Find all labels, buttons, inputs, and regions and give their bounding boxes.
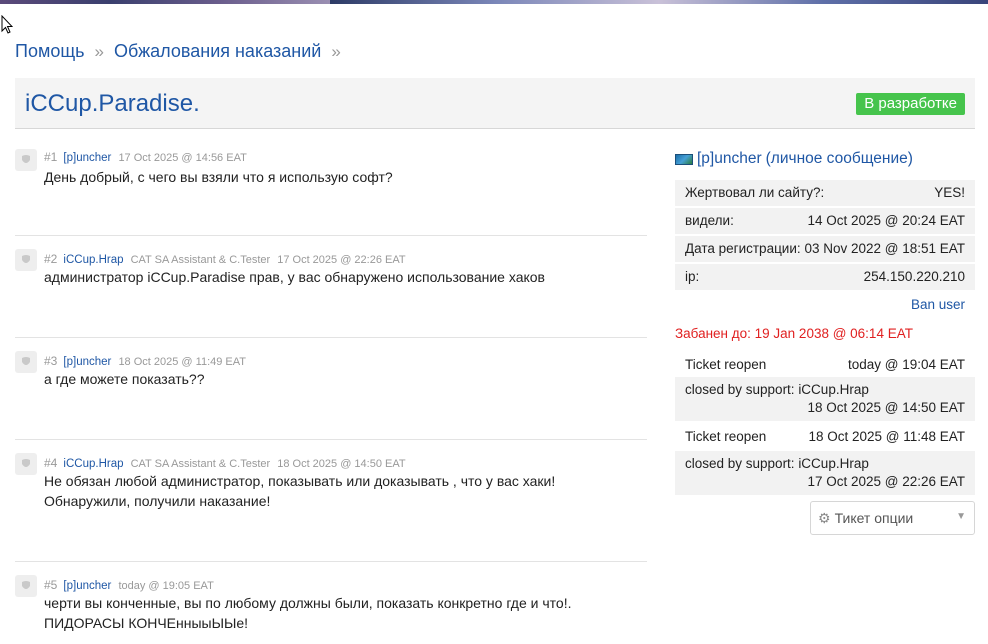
avatar (15, 351, 37, 373)
banned-until-text: Забанен до: 19 Jan 2038 @ 06:14 EAT (675, 326, 913, 341)
post-time: 18 Oct 2025 @ 11:49 EAT (118, 356, 246, 368)
status-badge: В разработке (856, 93, 965, 115)
info-label: ip: (685, 269, 700, 284)
user-icon (22, 357, 30, 365)
user-icon (22, 255, 30, 263)
post-time: today @ 19:05 EAT (118, 580, 214, 592)
breadcrumb-help-link[interactable]: Помощь (15, 41, 85, 62)
breadcrumb-appeals-link[interactable]: Обжалования наказаний (114, 41, 321, 62)
post-meta: #1 [p]uncher 17 Oct 2025 @ 14:56 EAT (44, 150, 247, 164)
post-meta: #2 iCCup.Hrap CAT SA Assistant & C.Teste… (44, 252, 406, 266)
ticket-options-label: Тикет опции (834, 510, 914, 526)
log-time: 18 Oct 2025 @ 14:50 EAT (807, 400, 965, 415)
log-action: closed by support: iCCup.Hrap (685, 382, 869, 397)
info-row-registered: Дата регистрации: 03 Nov 2022 @ 18:51 EA… (675, 236, 975, 262)
user-icon (22, 581, 30, 589)
post-number: #4 (44, 456, 58, 470)
post-text: черти вы конченные, вы по любому должны … (44, 595, 572, 631)
gear-icon: ⚙ (818, 509, 831, 526)
post-number: #2 (44, 252, 58, 266)
post-item: #4 iCCup.Hrap CAT SA Assistant & C.Teste… (15, 440, 647, 562)
user-icon (22, 155, 30, 163)
ticket-options-dropdown[interactable]: ⚙ Тикет опции ▼ (810, 501, 975, 535)
post-number: #3 (44, 354, 58, 368)
user-icon (22, 459, 30, 467)
log-action: Ticket reopen (685, 429, 767, 444)
info-row-last-seen: видели: 14 Oct 2025 @ 20:24 EAT (675, 208, 975, 234)
post-time: 17 Oct 2025 @ 14:56 EAT (118, 152, 247, 164)
header-banner (0, 0, 988, 4)
post-author-link[interactable]: [p]uncher (63, 152, 111, 164)
post-text: администратор iCCup.Paradise прав, у вас… (44, 269, 545, 285)
ticket-log-row: Ticket reopen today @ 19:04 EAT (675, 352, 975, 378)
ticket-title-bar: iCCup.Paradise. В разработке (15, 78, 975, 129)
log-time: 18 Oct 2025 @ 11:48 EAT (808, 429, 965, 444)
info-row-ip: ip: 254.150.220.210 (675, 264, 975, 290)
avatar (15, 249, 37, 271)
ban-user-link[interactable]: Ban user (911, 297, 965, 312)
log-time: 17 Oct 2025 @ 22:26 EAT (807, 474, 965, 489)
post-author-link[interactable]: [p]uncher (63, 580, 111, 592)
info-value: 254.150.220.210 (863, 269, 965, 284)
post-number: #1 (44, 150, 58, 164)
post-item: #2 iCCup.Hrap CAT SA Assistant & C.Teste… (15, 236, 647, 338)
avatar (15, 149, 37, 171)
breadcrumb: Помощь » Обжалования наказаний » (15, 41, 351, 62)
ticket-log-row: closed by support: iCCup.Hrap 18 Oct 202… (675, 377, 975, 421)
info-value: YES! (934, 185, 965, 200)
post-author-link[interactable]: [p]uncher (63, 356, 111, 368)
post-list: #1 [p]uncher 17 Oct 2025 @ 14:56 EAT Ден… (15, 140, 647, 644)
info-label: видели: (685, 213, 734, 228)
ticket-log-row: Ticket reopen 18 Oct 2025 @ 11:48 EAT (675, 424, 975, 450)
post-item: #3 [p]uncher 18 Oct 2025 @ 11:49 EAT а г… (15, 338, 647, 440)
avatar (15, 453, 37, 475)
page-title: iCCup.Paradise. (25, 90, 200, 117)
country-flag-icon (675, 153, 693, 165)
post-meta: #4 iCCup.Hrap CAT SA Assistant & C.Teste… (44, 456, 406, 470)
post-item: #5 [p]uncher today @ 19:05 EAT черти вы … (15, 562, 647, 644)
post-text: День добрый, с чего вы взяли что я испол… (44, 169, 393, 185)
post-author-link[interactable]: iCCup.Hrap (63, 254, 123, 266)
post-author-role: CAT SA Assistant & C.Tester (130, 458, 271, 470)
post-time: 17 Oct 2025 @ 22:26 EAT (277, 254, 406, 266)
banner-right-image (330, 0, 988, 4)
info-value: 03 Nov 2022 @ 18:51 EAT (804, 241, 965, 256)
post-meta: #5 [p]uncher today @ 19:05 EAT (44, 578, 214, 592)
breadcrumb-separator: » (331, 41, 341, 61)
info-value: 14 Oct 2025 @ 20:24 EAT (807, 213, 965, 228)
user-header: [p]uncher (личное сообщение) (675, 150, 913, 168)
info-label: Жертвовал ли сайту?: (685, 185, 825, 200)
post-text: Не обязан любой администратор, показыват… (44, 473, 556, 509)
post-author-role: CAT SA Assistant & C.Tester (130, 254, 271, 266)
post-text: а где можете показать?? (44, 371, 205, 387)
breadcrumb-separator: » (94, 41, 104, 61)
post-author-link[interactable]: iCCup.Hrap (63, 458, 123, 470)
post-time: 18 Oct 2025 @ 14:50 EAT (277, 458, 406, 470)
chevron-down-icon: ▼ (956, 511, 966, 522)
mouse-cursor-icon (1, 15, 13, 34)
info-row-donated: Жертвовал ли сайту?: YES! (675, 180, 975, 206)
info-label: Дата регистрации: (685, 241, 801, 256)
post-number: #5 (44, 578, 58, 592)
log-action: closed by support: iCCup.Hrap (685, 456, 869, 471)
banner-left-image (0, 0, 330, 4)
private-message-link[interactable]: (личное сообщение) (766, 150, 913, 168)
username-link[interactable]: [p]uncher (697, 150, 762, 168)
post-item: #1 [p]uncher 17 Oct 2025 @ 14:56 EAT Ден… (15, 140, 647, 236)
avatar (15, 575, 37, 597)
ticket-log-row: closed by support: iCCup.Hrap 17 Oct 202… (675, 451, 975, 495)
post-meta: #3 [p]uncher 18 Oct 2025 @ 11:49 EAT (44, 354, 246, 368)
log-action: Ticket reopen (685, 357, 767, 372)
log-time: today @ 19:04 EAT (847, 357, 965, 372)
